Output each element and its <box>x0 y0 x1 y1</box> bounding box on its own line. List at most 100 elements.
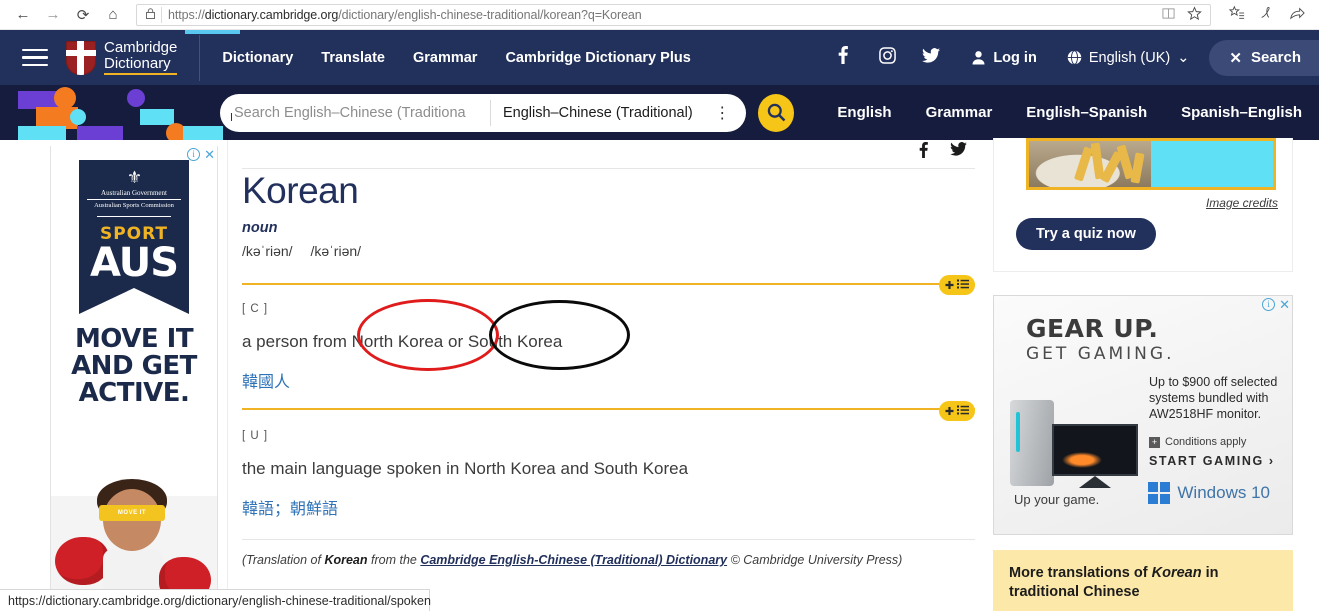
quiz-card: Image credits Try a quiz now <box>993 138 1293 272</box>
chevron-down-icon: ⌄ <box>1177 49 1190 66</box>
right-sidebar: Image credits Try a quiz now i ✕ GEAR UP… <box>989 138 1319 611</box>
add-to-wordlist-button-2[interactable]: ✚ <box>939 401 975 421</box>
plus-icon: ✚ <box>944 279 955 292</box>
primary-nav: Dictionary Translate Grammar Cambridge D… <box>200 30 704 85</box>
address-bar-icons <box>1156 5 1206 24</box>
browser-actions <box>1217 5 1311 25</box>
search-toggle-label: Search <box>1250 49 1301 66</box>
logo-line-2: Dictionary <box>104 56 178 75</box>
left-advertisement[interactable]: i ✕ ⚜ Australian Government Australian S… <box>50 146 218 611</box>
url-path: /dictionary/english-chinese-traditional/… <box>338 7 642 22</box>
ad-headline-line-3: ACTIVE. <box>78 378 190 408</box>
ad-controls: i ✕ <box>187 148 215 161</box>
home-icon[interactable]: ⌂ <box>98 2 128 28</box>
search-input[interactable]: Search English–Chinese (Traditiona <box>220 105 490 121</box>
search-placeholder: Search English–Chinese (Traditiona <box>234 104 466 121</box>
favorite-star-icon[interactable] <box>1182 5 1206 24</box>
windows-brand: Windows 10 <box>1148 482 1270 504</box>
search-bar-row: Search English–Chinese (Traditiona Engli… <box>0 85 1319 140</box>
share-icon[interactable] <box>1283 5 1311 25</box>
ad-subhead: GET GAMING. <box>1026 344 1175 364</box>
facebook-icon[interactable] <box>821 46 865 69</box>
dict-link-grammar[interactable]: Grammar <box>909 104 1010 121</box>
sense-definition-2: the main language spoken in North Korea … <box>242 459 689 478</box>
dictionary-links: English Grammar English–Spanish Spanish–… <box>820 104 1319 121</box>
plus-icon: ✚ <box>944 405 955 418</box>
ad-info-icon[interactable]: i <box>187 148 201 161</box>
ad-brand-bottom: AUS <box>89 240 179 286</box>
instagram-icon[interactable] <box>865 46 909 69</box>
desktop-tower-image <box>1010 400 1054 486</box>
nav-item-cambridge-dictionary-plus[interactable]: Cambridge Dictionary Plus <box>491 30 704 85</box>
cambridge-dictionary-logo[interactable]: Cambridge Dictionary <box>66 34 201 81</box>
forward-icon[interactable]: → <box>38 2 68 28</box>
address-divider <box>161 6 162 23</box>
lock-icon <box>141 7 159 22</box>
dict-link-english[interactable]: English <box>820 104 908 121</box>
attribution-mid: from the <box>367 553 421 567</box>
address-bar[interactable]: https://dictionary.cambridge.org/diction… <box>136 3 1211 26</box>
dict-link-english-spanish[interactable]: English–Spanish <box>1009 104 1164 121</box>
logo-line-1: Cambridge <box>104 39 178 57</box>
ad-gov-line-2: Australian Sports Commission <box>94 202 174 209</box>
ad-close-icon[interactable]: ✕ <box>1279 298 1290 311</box>
dictionary-selector[interactable]: English–Chinese (Traditional) <box>491 105 705 121</box>
list-icon <box>957 279 970 292</box>
sense-translation-2[interactable]: 韓語；朝鮮語 <box>242 495 338 519</box>
nav-item-translate[interactable]: Translate <box>307 30 399 85</box>
notes-pen-icon[interactable] <box>1253 5 1281 25</box>
nav-item-dictionary[interactable]: Dictionary <box>200 30 307 85</box>
attribution-source-link[interactable]: Cambridge English-Chinese (Traditional) … <box>420 553 727 567</box>
ad-close-icon[interactable]: ✕ <box>204 148 215 161</box>
plus-badge-icon: + <box>1149 436 1160 448</box>
sense-grammar-2: [ U ] <box>242 430 269 442</box>
boxer-headband: MOVE IT <box>99 505 165 521</box>
site-header: Cambridge Dictionary Dictionary Translat… <box>0 30 1319 85</box>
ad-info-icon[interactable]: i <box>1262 298 1276 311</box>
share-twitter-icon[interactable] <box>950 142 967 162</box>
ad-conditions-label: Conditions apply <box>1165 436 1247 448</box>
add-to-wordlist-button-1[interactable]: ✚ <box>939 275 975 295</box>
status-bar-link: https://dictionary.cambridge.org/diction… <box>0 589 431 611</box>
try-a-quiz-button[interactable]: Try a quiz now <box>1016 218 1156 250</box>
sense-translation-1[interactable]: 韓國人 <box>242 368 290 392</box>
entry-share-row <box>919 142 967 162</box>
right-ad-controls: i ✕ <box>1262 298 1290 311</box>
attribution: (Translation of Korean from the Cambridg… <box>242 553 902 567</box>
quiz-image-cyan-block <box>1151 141 1273 187</box>
monitor-glow <box>1062 452 1102 468</box>
more-translations-heading-line-2: traditional Chinese <box>1009 584 1140 600</box>
reading-view-icon[interactable] <box>1156 7 1180 23</box>
right-advertisement[interactable]: i ✕ GEAR UP. GET GAMING. Up to $900 off … <box>993 295 1293 535</box>
search-toggle-button[interactable]: ✕ Search <box>1209 39 1319 76</box>
url-host: dictionary.cambridge.org <box>204 7 339 22</box>
ad-cta[interactable]: START GAMING › <box>1149 454 1275 468</box>
image-credits-link[interactable]: Image credits <box>1206 196 1278 210</box>
boxing-glove-left <box>55 537 109 585</box>
sense-divider-1 <box>242 283 975 285</box>
sense-divider-2 <box>242 408 975 410</box>
search-submit-button[interactable] <box>758 93 795 132</box>
dictionary-entry: Korean noun /kəˈriən/ /kəˈriən/ ✚ [ C ] … <box>228 140 989 611</box>
page-body: i ✕ ⚜ Australian Government Australian S… <box>0 138 1319 611</box>
phonetic-uk: /kəˈriən/ <box>242 243 293 259</box>
ad-gov-line-1: Australian Government <box>87 186 181 200</box>
twitter-icon[interactable] <box>909 47 953 68</box>
back-icon[interactable]: ← <box>8 2 38 28</box>
share-facebook-icon[interactable] <box>919 142 928 162</box>
menu-hamburger-icon[interactable] <box>22 44 48 72</box>
language-selector[interactable]: English (UK) ⌄ <box>1055 50 1202 66</box>
login-label: Log in <box>993 49 1037 66</box>
sense-grammar-1: [ C ] <box>242 303 269 315</box>
reload-icon[interactable]: ⟳ <box>68 2 98 28</box>
nav-item-grammar[interactable]: Grammar <box>399 30 491 85</box>
favorites-list-icon[interactable] <box>1223 5 1251 25</box>
left-sidebar: i ✕ ⚜ Australian Government Australian S… <box>0 140 228 611</box>
sense-definition-1: a person from North Korea or South Korea <box>242 332 563 351</box>
search-box[interactable]: Search English–Chinese (Traditiona Engli… <box>220 93 747 132</box>
sport-aus-banner: ⚜ Australian Government Australian Sport… <box>79 160 189 314</box>
windows-brand-label: Windows 10 <box>1177 483 1270 502</box>
kebab-menu-icon[interactable]: ⋮ <box>714 103 746 123</box>
dict-link-spanish-english[interactable]: Spanish–English <box>1164 104 1319 121</box>
login-button[interactable]: Log in <box>953 50 1055 66</box>
